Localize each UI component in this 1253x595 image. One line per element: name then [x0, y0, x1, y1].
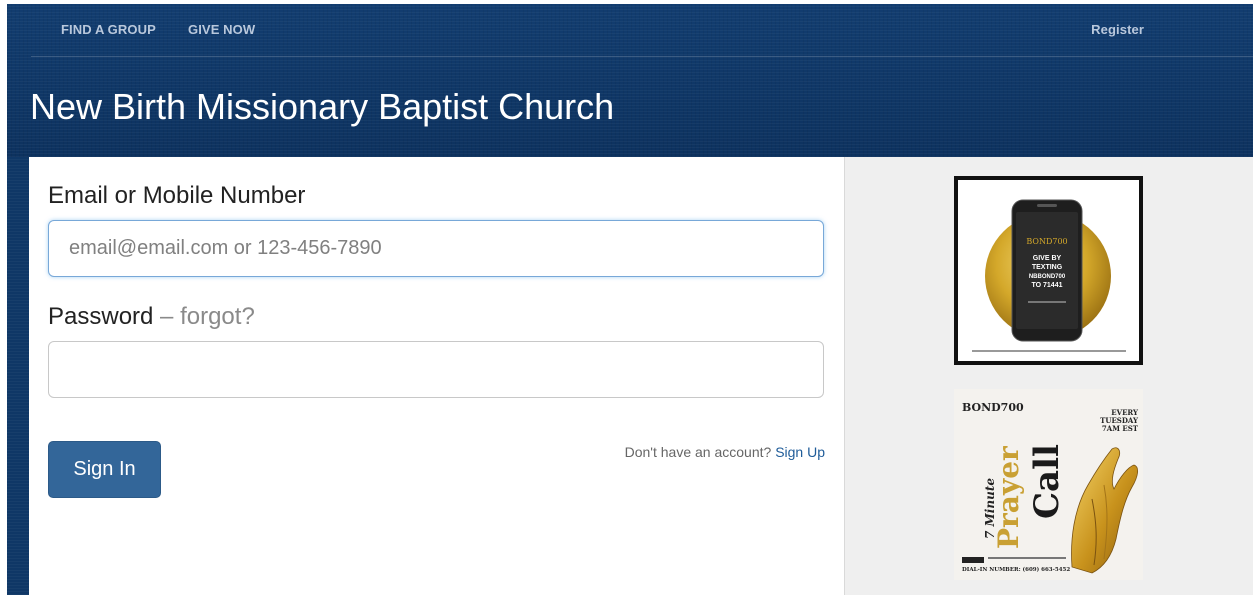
promo2-logo-mark: [962, 557, 984, 563]
promo1-brand: BOND700: [1026, 237, 1067, 246]
promo1-line1: GIVE BY: [1033, 255, 1062, 262]
promo1-line3: NBBOND700: [1029, 274, 1066, 280]
promo2-word3: Call: [1027, 444, 1067, 519]
login-panel: Email or Mobile Number Password – forgot…: [29, 157, 844, 595]
text-to-give-image: BOND700 GIVE BY TEXTING NBBOND700 TO 714…: [958, 180, 1139, 361]
promo1-line4: TO 71441: [1031, 282, 1062, 289]
prayer-call-graphic: BOND700 EVERY TUESDAY 7AM EST 7 Minute P…: [954, 389, 1143, 580]
promo1-footer-print: [972, 350, 1126, 352]
promo-sidebar: BOND700 GIVE BY TEXTING NBBOND700 TO 714…: [844, 157, 1253, 595]
email-input[interactable]: [48, 220, 824, 277]
email-label: Email or Mobile Number: [48, 182, 306, 209]
left-edge-background: [7, 157, 29, 595]
nav-find-a-group[interactable]: FIND A GROUP: [61, 22, 156, 37]
promo2-schedule3: 7AM EST: [1102, 424, 1139, 433]
gold-circle-phone-graphic: BOND700 GIVE BY TEXTING NBBOND700 TO 714…: [972, 199, 1126, 352]
page: FIND A GROUP GIVE NOW Register New Birth…: [0, 0, 1253, 595]
password-input[interactable]: [48, 341, 824, 398]
forgot-password-link[interactable]: forgot?: [180, 303, 255, 330]
promo1-line2: TEXTING: [1032, 264, 1063, 271]
signup-prompt: Don't have an account? Sign Up: [625, 444, 825, 460]
promo2-word2: Prayer: [992, 445, 1025, 549]
password-dash: –: [160, 303, 174, 330]
nav-give-now[interactable]: GIVE NOW: [188, 22, 255, 37]
password-label: Password: [48, 303, 154, 330]
promo2-dial: DIAL-IN NUMBER: (609) 663-5452: [962, 566, 1070, 573]
sign-up-link[interactable]: Sign Up: [775, 444, 825, 460]
text-to-give-promo[interactable]: BOND700 GIVE BY TEXTING NBBOND700 TO 714…: [954, 176, 1143, 365]
no-account-text: Don't have an account?: [624, 444, 772, 460]
prayer-call-promo[interactable]: BOND700 EVERY TUESDAY 7AM EST 7 Minute P…: [954, 389, 1143, 580]
nav-divider: [31, 56, 1253, 57]
phone-fine-print: [1028, 301, 1066, 303]
password-label-row: Password – forgot?: [48, 303, 255, 331]
sign-in-button[interactable]: Sign In: [48, 441, 161, 498]
promo2-fine-print: [988, 557, 1066, 559]
site-header: FIND A GROUP GIVE NOW Register New Birth…: [7, 4, 1253, 157]
page-title: New Birth Missionary Baptist Church: [30, 86, 615, 127]
top-nav: FIND A GROUP GIVE NOW Register: [7, 4, 1253, 56]
phone-speaker: [1037, 204, 1057, 207]
nav-register[interactable]: Register: [1091, 22, 1144, 37]
promo2-brand: BOND700: [962, 401, 1024, 414]
